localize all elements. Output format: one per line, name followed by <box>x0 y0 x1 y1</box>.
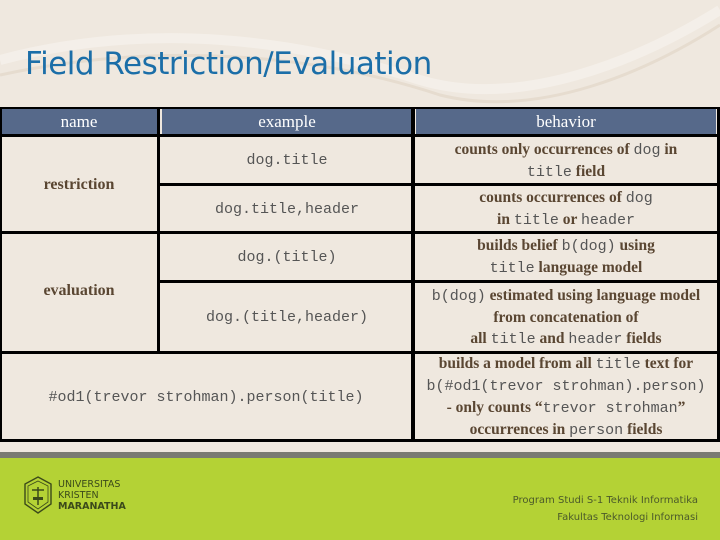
behavior-phrase: counts only occurrences of <box>454 140 634 158</box>
faculty-name: Fakultas Teknologi Informasi <box>557 512 698 523</box>
behavior-line: b(#od1(trevor strohman).person) <box>426 375 705 397</box>
row-divider <box>158 280 720 283</box>
behavior-line: in title or header <box>479 209 653 231</box>
example-text: dog.(title) <box>237 248 337 266</box>
behavior-phrase: fields <box>622 330 662 347</box>
header-example-label: example <box>258 112 316 131</box>
table-border-top <box>0 107 720 109</box>
code-term: title <box>526 163 572 181</box>
university-name: UNIVERSITAS KRISTEN MARANATHA <box>58 479 126 512</box>
university-logo: UNIVERSITAS KRISTEN MARANATHA <box>22 475 126 515</box>
behavior-cell: builds belief b(dog) using title language… <box>416 234 716 280</box>
example-text: dog.title,header <box>214 200 360 218</box>
code-term: b(dog) <box>561 238 616 255</box>
code-term: dog <box>625 190 653 207</box>
code-term: b(#od1(trevor strohman).person) <box>426 378 706 395</box>
behavior-phrase: counts occurrences of <box>479 189 626 206</box>
example-text: dog.(title,header) <box>205 309 369 326</box>
program-name: Program Studi S-1 Teknik Informatika <box>512 495 698 506</box>
code-term: person <box>569 422 624 439</box>
behavior-phrase: in <box>660 140 678 158</box>
table-border-bottom <box>0 439 720 442</box>
behavior-cell: b(dog) estimated using language model fro… <box>416 283 716 352</box>
behavior-line: counts occurrences of dog <box>479 187 653 209</box>
behavior-phrase: field <box>571 162 606 180</box>
example-cell: dog.title <box>162 137 412 184</box>
code-term: dog <box>633 141 661 159</box>
behavior-phrase: language model <box>534 259 643 276</box>
behavior-text: builds a model from all title text for b(… <box>426 353 705 441</box>
behavior-phrase: builds a model from all <box>438 355 596 372</box>
code-term: title <box>513 212 559 229</box>
behavior-phrase: or <box>558 211 581 228</box>
page-title: Field Restriction/Evaluation <box>25 46 432 82</box>
behavior-cell: builds a model from all title text for b(… <box>416 354 716 440</box>
behavior-cell: counts only occurrences of dog in title f… <box>416 137 716 184</box>
header-behavior-label: behavior <box>536 112 596 131</box>
program-info: Program Studi S-1 Teknik Informatika Fak… <box>513 492 698 526</box>
behavior-phrase: ” <box>677 399 686 416</box>
behavior-text: b(dog) estimated using language model fro… <box>432 285 700 350</box>
table-border-header <box>0 134 720 137</box>
behavior-cell: counts occurrences of dog in title or hea… <box>416 186 716 232</box>
row-divider <box>0 231 720 234</box>
group-restriction-label: restriction <box>43 175 115 193</box>
example-cell: dog.(title,header) <box>162 283 412 352</box>
header-name: name <box>0 109 158 135</box>
behavior-phrase: and <box>535 330 569 347</box>
group-evaluation-label: evaluation <box>43 282 115 299</box>
example-cell: #od1(trevor strohman).person(title) <box>0 354 412 440</box>
group-evaluation: evaluation <box>0 234 158 352</box>
header-behavior: behavior <box>416 109 716 135</box>
example-cell: dog.title,header <box>162 186 412 232</box>
logo-line: KRISTEN <box>58 489 99 501</box>
example-text: dog.title <box>246 152 328 169</box>
code-term: b(dog) <box>431 288 486 305</box>
behavior-line: title field <box>455 161 678 183</box>
university-crest-icon <box>24 476 52 514</box>
logo-line: UNIVERSITAS <box>58 478 121 490</box>
col-divider <box>411 107 415 442</box>
code-term: header <box>568 331 623 348</box>
behavior-line: builds a model from all title text for <box>426 353 705 375</box>
header-example: example <box>162 109 412 135</box>
behavior-phrase: estimated using language model <box>485 287 701 304</box>
behavior-line: builds belief b(dog) using <box>477 235 655 257</box>
behavior-phrase: in <box>497 211 514 228</box>
example-text: #od1(trevor strohman).person(title) <box>48 388 364 406</box>
behavior-phrase: occurrences in <box>469 421 570 438</box>
behavior-line: - only counts “trevor strohman” <box>426 397 705 419</box>
behavior-line: all title and header fields <box>432 328 700 350</box>
example-cell: dog.(title) <box>162 234 412 280</box>
behavior-phrase: from concatenation of <box>493 309 639 326</box>
group-restriction: restriction <box>0 137 158 232</box>
code-term: title <box>490 331 536 348</box>
behavior-phrase: using <box>615 237 655 254</box>
behavior-line: counts only occurrences of dog in <box>455 139 678 161</box>
behavior-line: from concatenation of <box>432 307 700 328</box>
row-divider <box>158 183 720 186</box>
field-restriction-table: name example behavior restriction evalua… <box>0 107 720 442</box>
code-term: header <box>580 212 635 229</box>
behavior-phrase: - only counts “ <box>446 399 543 416</box>
behavior-phrase: all <box>470 330 491 347</box>
code-term: title <box>595 356 641 373</box>
behavior-phrase: builds belief <box>477 237 562 254</box>
code-term: title <box>489 260 535 277</box>
table-border-left <box>0 107 2 442</box>
header-name-label: name <box>60 112 98 131</box>
behavior-line: occurrences in person fields <box>426 419 705 441</box>
row-divider <box>0 351 720 354</box>
behavior-line: b(dog) estimated using language model <box>432 285 700 307</box>
behavior-line: title language model <box>477 257 655 279</box>
code-term: trevor strohman <box>542 400 678 417</box>
behavior-text: builds belief b(dog) using title language… <box>477 235 655 279</box>
behavior-text: counts occurrences of dog in title or hea… <box>479 187 653 231</box>
behavior-phrase: text for <box>640 355 694 372</box>
behavior-phrase: fields <box>623 421 663 438</box>
logo-line: MARANATHA <box>58 500 126 512</box>
behavior-text: counts only occurrences of dog in title f… <box>455 139 678 183</box>
col-divider <box>157 107 160 354</box>
